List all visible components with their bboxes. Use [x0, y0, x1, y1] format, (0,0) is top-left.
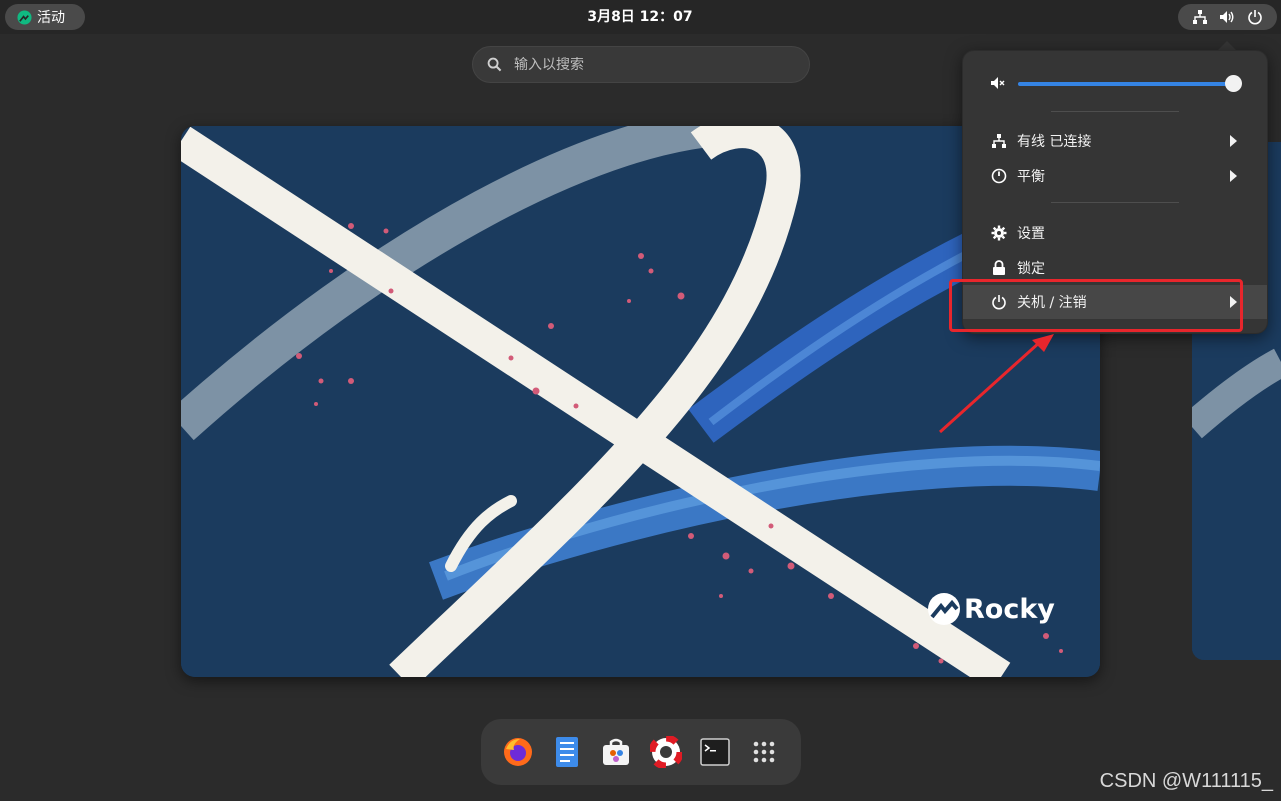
help-icon[interactable]: [648, 734, 684, 770]
menu-item-label: 有线 已连接: [1017, 134, 1092, 150]
app-grid-icon[interactable]: [746, 734, 782, 770]
volume-muted-icon: [991, 77, 1005, 89]
volume-knob[interactable]: [1225, 75, 1242, 92]
volume-icon: [1220, 11, 1234, 23]
rocky-logo-icon: [17, 9, 32, 25]
firefox-glyph: [503, 738, 532, 766]
rocky-brand-logo: Rocky: [927, 592, 1055, 626]
submenu-arrow-icon: [1230, 135, 1237, 147]
power-profile-icon: [990, 168, 1007, 185]
menu-item-label: 锁定: [1017, 261, 1045, 277]
search-icon: [487, 57, 502, 72]
search-input[interactable]: [514, 56, 784, 73]
menu-separator: [1051, 111, 1179, 112]
volume-track[interactable]: [1018, 82, 1236, 86]
activities-button[interactable]: 活动: [5, 4, 85, 30]
network-wired-icon: [1192, 10, 1207, 24]
clock[interactable]: 3月8日 12：07: [540, 0, 740, 34]
network-wired-icon: [990, 133, 1007, 150]
help-glyph: [649, 736, 682, 768]
search-bar[interactable]: [472, 46, 810, 83]
app-grid-glyph: [753, 741, 775, 763]
dash: [481, 719, 801, 785]
menu-item-label: 设置: [1017, 226, 1045, 242]
submenu-arrow-icon: [1230, 170, 1237, 182]
menu-item-settings[interactable]: 设置: [963, 216, 1267, 250]
menu-separator: [1051, 202, 1179, 203]
menu-item-label: 平衡: [1017, 169, 1045, 185]
watermark: CSDN @W111115_: [1099, 770, 1273, 792]
text-editor-icon[interactable]: [549, 734, 585, 770]
activities-label: 活动: [37, 10, 65, 26]
gear-icon: [990, 225, 1007, 242]
annotation-highlight-box: [949, 279, 1243, 332]
lock-icon: [990, 260, 1007, 277]
top-bar: 活动 3月8日 12：07: [0, 0, 1281, 34]
rocky-brand-text: Rocky: [964, 593, 1055, 625]
terminal-icon[interactable]: [697, 734, 733, 770]
terminal-glyph: [700, 738, 730, 766]
software-glyph: [603, 738, 630, 765]
menu-item-network[interactable]: 有线 已连接: [963, 124, 1267, 158]
system-tray[interactable]: [1178, 4, 1277, 30]
firefox-icon[interactable]: [500, 734, 536, 770]
volume-slider[interactable]: [990, 73, 1250, 93]
menu-item-power-profile[interactable]: 平衡: [963, 159, 1267, 193]
software-icon[interactable]: [598, 734, 634, 770]
power-icon: [1248, 10, 1262, 25]
text-editor-glyph: [555, 737, 578, 767]
rocky-logo-icon: [928, 593, 960, 625]
